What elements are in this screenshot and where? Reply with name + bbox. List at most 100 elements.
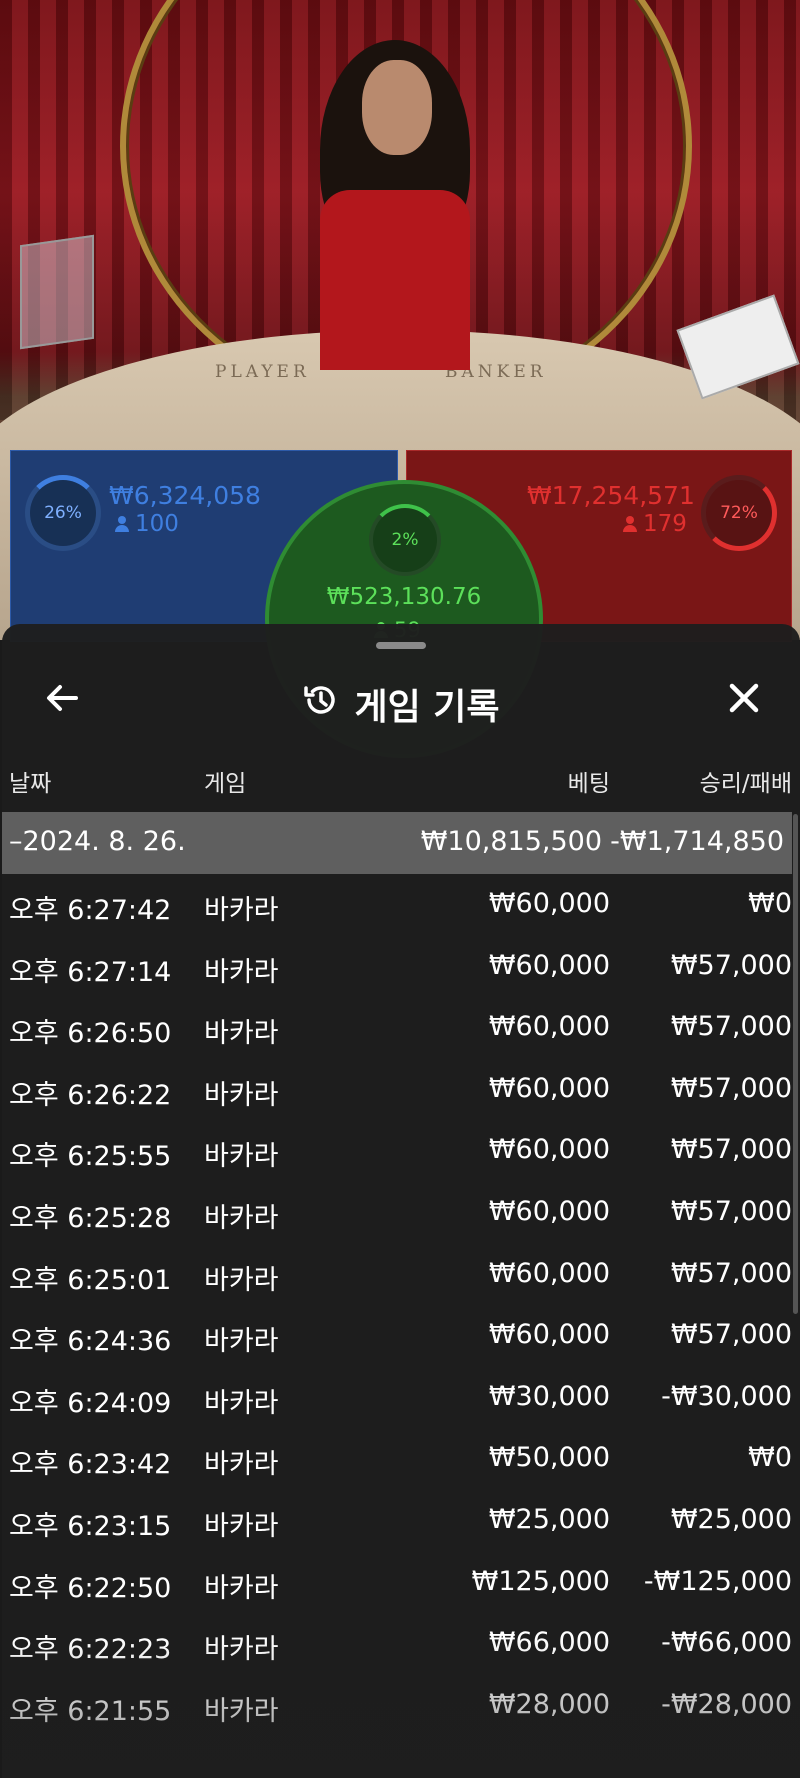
row-time: 오후 6:23:15 [9,1510,172,1542]
history-row[interactable]: 오후 6:27:42 바카라 ₩60,000 ₩0 [2,874,800,936]
row-time: 오후 6:24:36 [9,1326,172,1358]
history-row[interactable]: 오후 6:26:22 바카라 ₩60,000 ₩57,000 [2,1059,800,1121]
row-bet: ₩60,000 [488,1072,610,1104]
player-bettor-count: 100 [115,511,179,537]
history-row[interactable]: 오후 6:24:09 바카라 ₩30,000 -₩30,000 [2,1367,800,1429]
row-time: 오후 6:22:50 [9,1572,172,1604]
row-game: 바카라 [204,1018,279,1050]
tie-percent-ring: 2% [369,504,441,576]
row-time: 오후 6:25:28 [9,1202,172,1234]
row-game: 바카라 [204,1079,279,1111]
player-bet-amount: ₩6,324,058 [109,481,261,510]
row-bet: ₩60,000 [488,1011,610,1043]
row-bet: ₩60,000 [488,1257,610,1289]
row-bet: ₩50,000 [488,1442,610,1474]
dealer [300,40,490,370]
history-row[interactable]: 오후 6:25:01 바카라 ₩60,000 ₩57,000 [2,1244,800,1306]
row-game: 바카라 [204,1634,279,1666]
row-game: 바카라 [204,956,279,988]
date-group-row[interactable]: –2024. 8. 26. ₩10,815,500 -₩1,714,850 [2,812,792,874]
row-time: 오후 6:25:55 [9,1141,172,1173]
column-headers: 날짜 게임 베팅 승리/패배 [2,764,800,808]
col-result: 승리/패배 [699,771,792,797]
row-time: 오후 6:26:22 [9,1079,172,1111]
row-game: 바카라 [204,1141,279,1173]
history-row[interactable]: 오후 6:24:36 바카라 ₩60,000 ₩57,000 [2,1305,800,1367]
sheet-title-wrap: 게임 기록 [2,678,800,730]
history-row[interactable]: 오후 6:25:55 바카라 ₩60,000 ₩57,000 [2,1120,800,1182]
row-time: 오후 6:22:23 [9,1634,172,1666]
row-time: 오후 6:21:55 [9,1695,172,1727]
history-icon [302,681,340,728]
row-result: -₩66,000 [661,1627,792,1659]
history-row[interactable]: 오후 6:25:28 바카라 ₩60,000 ₩57,000 [2,1182,800,1244]
col-bet: 베팅 [567,771,610,797]
history-row[interactable]: 오후 6:27:14 바카라 ₩60,000 ₩57,000 [2,936,800,998]
close-icon[interactable] [724,678,764,718]
row-game: 바카라 [204,1387,279,1419]
row-game: 바카라 [204,1572,279,1604]
drag-handle[interactable] [376,642,426,649]
row-bet: ₩25,000 [488,1503,610,1535]
history-row[interactable]: 오후 6:26:50 바카라 ₩60,000 ₩57,000 [2,997,800,1059]
history-list: 오후 6:27:42 바카라 ₩60,000 ₩0 오후 6:27:14 바카라 ₩60,0… [2,874,800,1736]
col-date: 날짜 [9,771,52,797]
group-total-bet: ₩10,815,500 [420,826,602,857]
row-game: 바카라 [204,1449,279,1481]
row-result: ₩57,000 [670,1195,792,1227]
row-bet: ₩60,000 [488,1134,610,1166]
row-time: 오후 6:27:42 [9,895,172,926]
col-game: 게임 [204,771,247,797]
row-time: 오후 6:27:14 [9,956,172,988]
row-result: -₩28,000 [661,1688,792,1720]
player-percent-ring: 26% [25,475,101,551]
row-result: -₩30,000 [661,1380,792,1412]
row-result: -₩125,000 [643,1565,792,1597]
row-bet: ₩60,000 [488,1195,610,1227]
row-result: ₩0 [748,1442,792,1474]
group-date: –2024. 8. 26. [9,826,186,857]
sheet-title: 게임 기록 [354,687,500,728]
row-game: 바카라 [204,1264,279,1296]
row-result: ₩57,000 [670,1319,792,1351]
row-game: 바카라 [204,1695,279,1727]
row-result: ₩25,000 [670,1503,792,1535]
row-time: 오후 6:25:01 [9,1264,172,1296]
banker-percent-ring: 72% [701,475,777,551]
row-bet: ₩60,000 [488,1319,610,1351]
row-result: ₩57,000 [670,1134,792,1166]
game-history-sheet: 게임 기록 날짜 게임 베팅 승리/패배 –2024. 8. 26. ₩10,8… [2,624,800,1778]
row-result: ₩57,000 [670,1257,792,1289]
row-game: 바카라 [204,895,279,926]
user-icon [623,516,637,532]
history-row[interactable]: 오후 6:22:23 바카라 ₩66,000 -₩66,000 [2,1613,800,1675]
sheet-header: 게임 기록 [2,664,800,734]
row-time: 오후 6:23:42 [9,1449,172,1481]
tie-bet-amount: ₩523,130.76 [326,584,482,610]
row-result: ₩0 [748,888,792,919]
row-game: 바카라 [204,1326,279,1358]
scrollbar[interactable] [793,814,798,1314]
history-row[interactable]: 오후 6:21:55 바카라 ₩28,000 -₩28,000 [2,1675,800,1737]
row-bet: ₩30,000 [488,1380,610,1412]
row-bet: ₩60,000 [488,888,610,919]
row-bet: ₩28,000 [488,1688,610,1720]
row-time: 오후 6:24:09 [9,1387,172,1419]
row-game: 바카라 [204,1510,279,1542]
row-game: 바카라 [204,1202,279,1234]
row-result: ₩57,000 [670,1011,792,1043]
history-row[interactable]: 오후 6:23:42 바카라 ₩50,000 ₩0 [2,1428,800,1490]
banker-bet-amount: ₩17,254,571 [527,481,695,510]
row-bet: ₩60,000 [488,949,610,981]
felt-label-player: PLAYER [215,362,310,382]
row-bet: ₩125,000 [471,1565,610,1597]
user-icon [115,516,129,532]
player-count-value: 100 [135,511,179,537]
row-result: ₩57,000 [670,949,792,981]
row-result: ₩57,000 [670,1072,792,1104]
row-time: 오후 6:26:50 [9,1018,172,1050]
history-row[interactable]: 오후 6:23:15 바카라 ₩25,000 ₩25,000 [2,1490,800,1552]
banker-count-value: 179 [643,511,687,537]
history-row[interactable]: 오후 6:22:50 바카라 ₩125,000 -₩125,000 [2,1552,800,1614]
group-total-result: -₩1,714,850 [610,826,784,857]
